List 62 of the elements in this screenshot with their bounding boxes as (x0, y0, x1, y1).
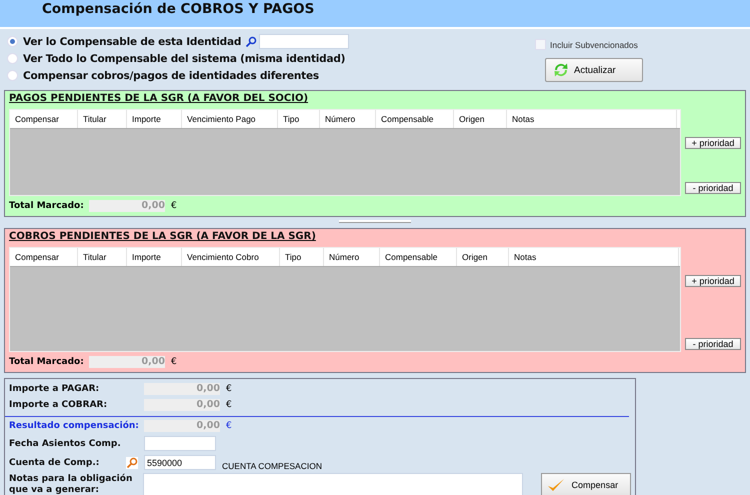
column-header[interactable]: Titular (78, 248, 127, 266)
checkbox-label: Incluir Subvencionados (550, 40, 638, 50)
priority-button[interactable]: - prioridad (685, 182, 741, 194)
search-icon[interactable] (245, 36, 258, 48)
priority-button[interactable]: + prioridad (685, 137, 741, 149)
notes-field[interactable] (143, 473, 523, 495)
panel-title: COBROS PENDIENTES DE LA SGR (A FAVOR DE LA SGR) (9, 231, 316, 244)
priority-button[interactable]: + prioridad (685, 275, 741, 287)
window-title: Compensación de COBROS Y PAGOS (42, 1, 314, 17)
amount-label: Importe a PAGAR: (9, 384, 100, 394)
result-value: 0,00 (144, 420, 220, 432)
column-header[interactable]: Compensable (376, 110, 454, 128)
splitter-handle[interactable] (339, 220, 411, 222)
radio-button[interactable] (7, 53, 18, 64)
date-label: Fecha Asientos Comp. (9, 438, 122, 448)
column-header[interactable]: Compensar (10, 248, 78, 266)
currency-label: € (171, 201, 177, 211)
amount-value: 0,00 (144, 383, 220, 395)
amount-value: 0,00 (144, 399, 220, 411)
column-header[interactable]: Titular (78, 110, 127, 128)
identity-field[interactable] (259, 34, 350, 49)
column-header[interactable]: Importe (127, 110, 182, 128)
column-header[interactable]: Notas (509, 248, 679, 266)
priority-button[interactable]: - prioridad (685, 338, 741, 350)
radio-button[interactable] (7, 36, 18, 47)
column-header[interactable]: Número (320, 110, 376, 128)
column-header[interactable]: Origen (454, 110, 507, 128)
column-header[interactable]: Notas (507, 110, 677, 128)
option-label: Ver Todo lo Compensable del sistema (misma identidad) (23, 52, 346, 64)
column-header[interactable]: Tipo (280, 248, 324, 266)
column-header[interactable]: Tipo (278, 110, 320, 128)
total-label: Total Marcado: (9, 201, 85, 211)
column-header[interactable]: Vencimiento Cobro (182, 248, 280, 266)
refresh-icon (552, 62, 570, 78)
currency-label: € (226, 421, 232, 431)
account-label: Cuenta de Comp.: (9, 458, 100, 468)
result-label: Resultado compensación: (9, 421, 140, 431)
column-header[interactable]: Compensar (10, 110, 78, 128)
column-header[interactable]: Origen (457, 248, 509, 266)
currency-label: € (226, 384, 232, 394)
checkbox[interactable] (535, 39, 546, 50)
search-icon[interactable] (126, 456, 138, 468)
column-header[interactable]: Importe (127, 248, 182, 266)
date-field[interactable] (144, 436, 216, 451)
compensate-button[interactable]: Compensar (540, 473, 631, 495)
refresh-button[interactable]: Actualizar (545, 58, 643, 82)
column-header[interactable]: Compensable (380, 248, 457, 266)
account-description: CUENTA COMPESACION (222, 460, 322, 470)
radio-button[interactable] (7, 70, 18, 81)
total-value: 0,00 (89, 200, 165, 212)
column-header[interactable]: Vencimiento Pago (182, 110, 278, 128)
option-label: Ver lo Compensable de esta Identidad (23, 36, 242, 48)
total-label: Total Marcado: (9, 357, 85, 367)
panel-title: PAGOS PENDIENTES DE LA SGR (A FAVOR DEL SOCIO) (9, 93, 308, 106)
column-header[interactable]: Número (324, 248, 380, 266)
currency-label: € (226, 400, 232, 410)
amount-label: Importe a COBRAR: (9, 400, 108, 410)
currency-label: € (171, 357, 177, 367)
notes-label: Notas para la obligación que va a generar: (9, 474, 134, 495)
total-value: 0,00 (89, 356, 165, 368)
account-field[interactable]: 5590000 (144, 455, 216, 470)
option-label: Compensar cobros/pagos de identidades diferentes (23, 70, 319, 82)
